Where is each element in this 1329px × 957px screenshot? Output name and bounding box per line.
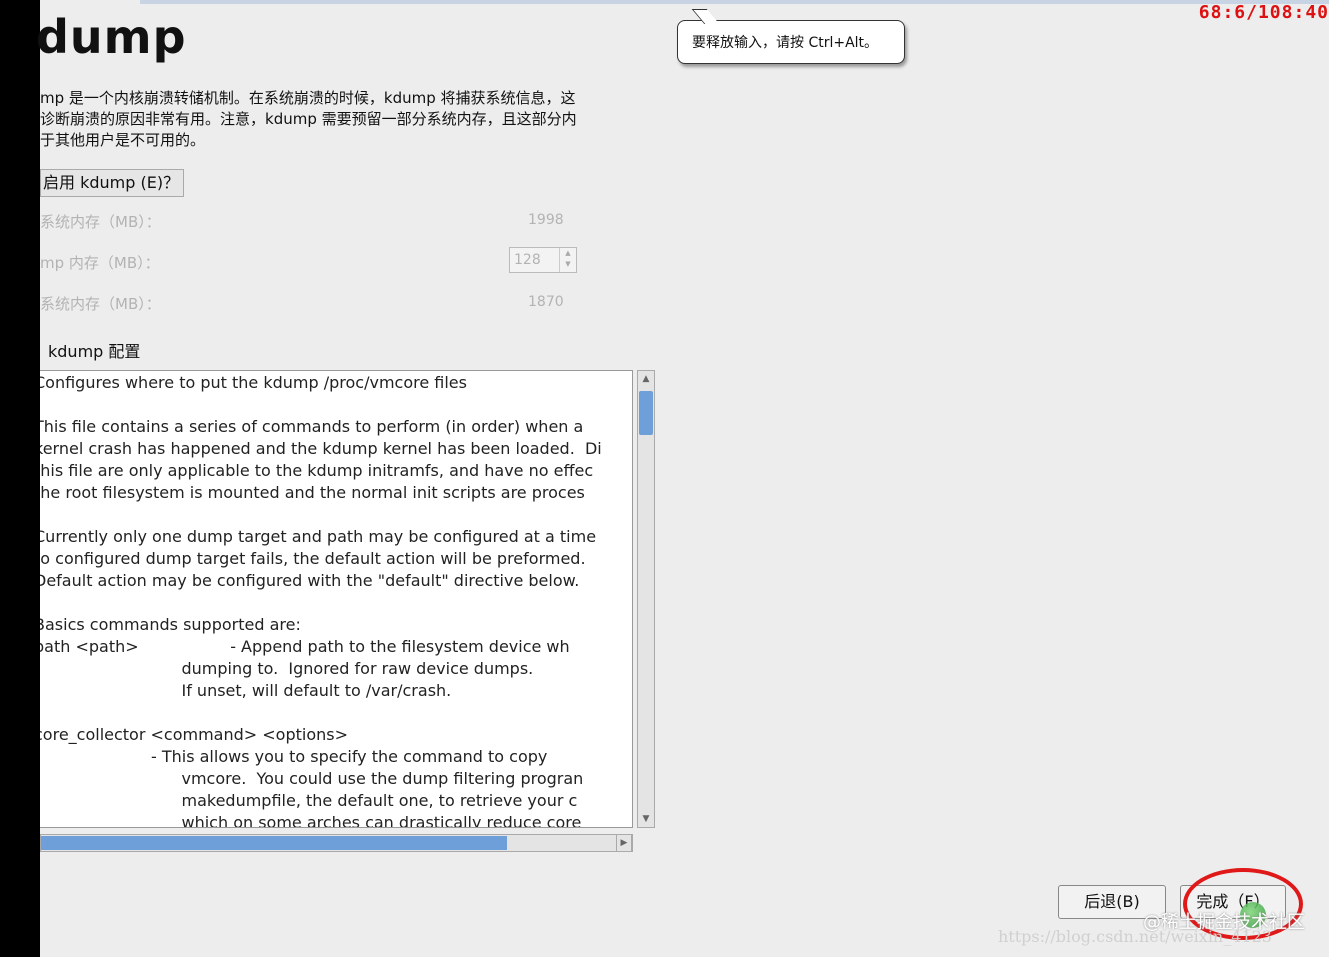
spin-down-icon[interactable]: ▼: [560, 259, 576, 270]
description-line: 于其他用户是不可用的。: [40, 131, 206, 149]
usable-memory-label: 系统内存（MB）：: [40, 295, 161, 313]
horizontal-scrollbar[interactable]: [40, 834, 633, 852]
total-memory-value: 1998: [528, 212, 564, 228]
kdump-memory-label: mp 内存（MB）：: [40, 254, 160, 272]
spin-up-icon[interactable]: ▲: [560, 248, 576, 259]
page-title: dump: [36, 10, 187, 64]
top-divider: [140, 0, 1329, 4]
horizontal-scroll-thumb[interactable]: [41, 836, 507, 850]
kdump-memory-spinbox[interactable]: 128 ▲ ▼: [509, 247, 577, 273]
tooltip-tail: [691, 9, 720, 24]
kdump-memory-value: 128: [514, 252, 541, 268]
scroll-down-icon[interactable]: ▼: [639, 812, 653, 826]
tooltip-text: 要释放输入，请按 Ctrl+Alt。: [692, 35, 879, 51]
osd-counter: 68:6/108:40: [1198, 2, 1329, 23]
description-line: mp 是一个内核崩溃转储机制。在系统崩溃的时候，kdump 将捕获系统信息，这: [40, 89, 576, 107]
vertical-scroll-thumb[interactable]: [639, 391, 653, 435]
watermark-csdn: https://blog.csdn.net/weixin_4123: [998, 927, 1272, 946]
description-line: 诊断崩溃的原因非常有用。注意，kdump 需要预留一部分系统内存，且这部分内: [40, 110, 577, 128]
total-memory-label: 系统内存（MB）：: [40, 213, 161, 231]
usable-memory-value: 1870: [528, 294, 564, 310]
left-black-border: [0, 0, 40, 957]
vertical-scrollbar[interactable]: ▲ ▼: [637, 370, 655, 828]
kdump-config-editor[interactable]: Configures where to put the kdump /proc/…: [40, 370, 633, 828]
scroll-right-icon[interactable]: ▶: [616, 834, 632, 852]
config-text[interactable]: Configures where to put the kdump /proc/…: [40, 372, 602, 827]
description: mp 是一个内核崩溃转储机制。在系统崩溃的时候，kdump 将捕获系统信息，这 …: [40, 88, 640, 151]
enable-kdump-checkbox[interactable]: 启用 kdump (E)？: [40, 169, 185, 197]
spinbox-arrows[interactable]: ▲ ▼: [559, 248, 576, 272]
scroll-up-icon[interactable]: ▲: [639, 372, 653, 386]
kdump-config-label: kdump 配置: [48, 342, 141, 361]
release-input-tooltip: 要释放输入，请按 Ctrl+Alt。: [677, 9, 905, 64]
